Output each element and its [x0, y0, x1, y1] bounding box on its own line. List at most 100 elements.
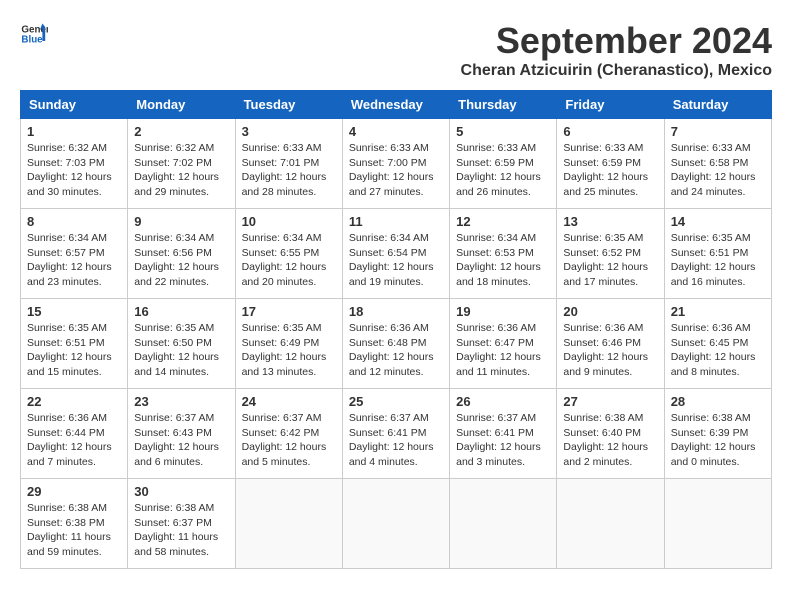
calendar-cell: [450, 479, 557, 569]
calendar-cell: 20 Sunrise: 6:36 AMSunset: 6:46 PMDayligh…: [557, 299, 664, 389]
cell-info: Sunrise: 6:38 AMSunset: 6:37 PMDaylight:…: [134, 502, 218, 558]
cell-info: Sunrise: 6:38 AMSunset: 6:38 PMDaylight:…: [27, 502, 111, 558]
calendar-cell: 25 Sunrise: 6:37 AMSunset: 6:41 PMDayligh…: [342, 389, 449, 479]
day-number: 10: [242, 214, 336, 229]
cell-info: Sunrise: 6:34 AMSunset: 6:57 PMDaylight:…: [27, 232, 112, 288]
cell-info: Sunrise: 6:37 AMSunset: 6:43 PMDaylight:…: [134, 412, 219, 468]
day-number: 11: [349, 214, 443, 229]
calendar-cell: 2Sunrise: 6:32 AMSunset: 7:02 PMDaylight…: [128, 119, 235, 209]
cell-info: Sunrise: 6:35 AMSunset: 6:51 PMDaylight:…: [27, 322, 112, 378]
cell-info: Sunrise: 6:37 AMSunset: 6:41 PMDaylight:…: [349, 412, 434, 468]
cell-info: Sunrise: 6:38 AMSunset: 6:39 PMDaylight:…: [671, 412, 756, 468]
day-number: 20: [563, 304, 657, 319]
day-number: 19: [456, 304, 550, 319]
cell-info: Sunrise: 6:36 AMSunset: 6:46 PMDaylight:…: [563, 322, 648, 378]
calendar-cell: 12 Sunrise: 6:34 AMSunset: 6:53 PMDayligh…: [450, 209, 557, 299]
cell-info: Sunrise: 6:33 AMSunset: 6:58 PMDaylight:…: [671, 142, 756, 198]
location-title: Cheran Atzicuirin (Cheranastico), Mexico: [461, 62, 772, 80]
month-title: September 2024: [461, 20, 772, 62]
week-row-1: 1 Sunrise: 6:32 AMSunset: 7:03 PMDaylight…: [21, 119, 772, 209]
day-number: 5: [456, 124, 550, 139]
cell-info: Sunrise: 6:35 AMSunset: 6:50 PMDaylight:…: [134, 322, 219, 378]
day-number: 15: [27, 304, 121, 319]
day-number: 13: [563, 214, 657, 229]
day-number: 26: [456, 394, 550, 409]
day-number: 28: [671, 394, 765, 409]
day-number: 8: [27, 214, 121, 229]
day-number: 12: [456, 214, 550, 229]
calendar-cell: 28 Sunrise: 6:38 AMSunset: 6:39 PMDayligh…: [664, 389, 771, 479]
calendar-cell: 18 Sunrise: 6:36 AMSunset: 6:48 PMDayligh…: [342, 299, 449, 389]
day-number: 16: [134, 304, 228, 319]
cell-info: Sunrise: 6:32 AMSunset: 7:03 PMDaylight:…: [27, 142, 112, 198]
cell-info: Sunrise: 6:35 AMSunset: 6:52 PMDaylight:…: [563, 232, 648, 288]
calendar-cell: 21 Sunrise: 6:36 AMSunset: 6:45 PMDayligh…: [664, 299, 771, 389]
calendar-cell: 3Sunrise: 6:33 AMSunset: 7:01 PMDaylight…: [235, 119, 342, 209]
calendar-cell: 29 Sunrise: 6:38 AMSunset: 6:38 PMDayligh…: [21, 479, 128, 569]
day-number: 25: [349, 394, 443, 409]
day-header-wednesday: Wednesday: [342, 91, 449, 119]
calendar-cell: 5Sunrise: 6:33 AMSunset: 6:59 PMDaylight…: [450, 119, 557, 209]
day-header-monday: Monday: [128, 91, 235, 119]
calendar-cell: [664, 479, 771, 569]
day-number: 9: [134, 214, 228, 229]
day-number: 24: [242, 394, 336, 409]
days-header-row: SundayMondayTuesdayWednesdayThursdayFrid…: [21, 91, 772, 119]
cell-info: Sunrise: 6:34 AMSunset: 6:53 PMDaylight:…: [456, 232, 541, 288]
day-number: 21: [671, 304, 765, 319]
logo: General Blue: [20, 20, 48, 48]
day-header-sunday: Sunday: [21, 91, 128, 119]
calendar-cell: 27Sunrise: 6:38 AMSunset: 6:40 PMDayligh…: [557, 389, 664, 479]
week-row-2: 8 Sunrise: 6:34 AMSunset: 6:57 PMDaylight…: [21, 209, 772, 299]
cell-info: Sunrise: 6:37 AMSunset: 6:42 PMDaylight:…: [242, 412, 327, 468]
day-number: 17: [242, 304, 336, 319]
calendar-cell: 13 Sunrise: 6:35 AMSunset: 6:52 PMDayligh…: [557, 209, 664, 299]
day-header-tuesday: Tuesday: [235, 91, 342, 119]
day-header-saturday: Saturday: [664, 91, 771, 119]
day-number: 23: [134, 394, 228, 409]
day-header-friday: Friday: [557, 91, 664, 119]
day-number: 6: [563, 124, 657, 139]
calendar-cell: 6Sunrise: 6:33 AMSunset: 6:59 PMDaylight…: [557, 119, 664, 209]
calendar-cell: 19 Sunrise: 6:36 AMSunset: 6:47 PMDayligh…: [450, 299, 557, 389]
day-header-thursday: Thursday: [450, 91, 557, 119]
calendar-cell: [342, 479, 449, 569]
cell-info: Sunrise: 6:34 AMSunset: 6:54 PMDaylight:…: [349, 232, 434, 288]
calendar-cell: [235, 479, 342, 569]
calendar-cell: 4 Sunrise: 6:33 AMSunset: 7:00 PMDaylight…: [342, 119, 449, 209]
calendar-table: SundayMondayTuesdayWednesdayThursdayFrid…: [20, 90, 772, 569]
day-number: 14: [671, 214, 765, 229]
calendar-cell: 24 Sunrise: 6:37 AMSunset: 6:42 PMDayligh…: [235, 389, 342, 479]
title-area: September 2024 Cheran Atzicuirin (Cheran…: [461, 20, 772, 80]
cell-info: Sunrise: 6:35 AMSunset: 6:51 PMDaylight:…: [671, 232, 756, 288]
calendar-cell: 30 Sunrise: 6:38 AMSunset: 6:37 PMDayligh…: [128, 479, 235, 569]
calendar-cell: 26Sunrise: 6:37 AMSunset: 6:41 PMDayligh…: [450, 389, 557, 479]
cell-info: Sunrise: 6:36 AMSunset: 6:45 PMDaylight:…: [671, 322, 756, 378]
calendar-cell: 23 Sunrise: 6:37 AMSunset: 6:43 PMDayligh…: [128, 389, 235, 479]
cell-info: Sunrise: 6:34 AMSunset: 6:56 PMDaylight:…: [134, 232, 219, 288]
cell-info: Sunrise: 6:32 AMSunset: 7:02 PMDaylight:…: [134, 142, 219, 198]
calendar-cell: 17Sunrise: 6:35 AMSunset: 6:49 PMDayligh…: [235, 299, 342, 389]
calendar-body: 1 Sunrise: 6:32 AMSunset: 7:03 PMDaylight…: [21, 119, 772, 569]
cell-info: Sunrise: 6:38 AMSunset: 6:40 PMDaylight:…: [563, 412, 648, 468]
cell-info: Sunrise: 6:36 AMSunset: 6:47 PMDaylight:…: [456, 322, 541, 378]
day-number: 4: [349, 124, 443, 139]
day-number: 1: [27, 124, 121, 139]
week-row-3: 15 Sunrise: 6:35 AMSunset: 6:51 PMDayligh…: [21, 299, 772, 389]
cell-info: Sunrise: 6:36 AMSunset: 6:44 PMDaylight:…: [27, 412, 112, 468]
calendar-cell: 10Sunrise: 6:34 AMSunset: 6:55 PMDayligh…: [235, 209, 342, 299]
calendar-cell: 22 Sunrise: 6:36 AMSunset: 6:44 PMDayligh…: [21, 389, 128, 479]
header: General Blue September 2024 Cheran Atzic…: [20, 20, 772, 80]
day-number: 29: [27, 484, 121, 499]
logo-icon: General Blue: [20, 20, 48, 48]
calendar-cell: 16 Sunrise: 6:35 AMSunset: 6:50 PMDayligh…: [128, 299, 235, 389]
cell-info: Sunrise: 6:33 AMSunset: 7:01 PMDaylight:…: [242, 142, 327, 198]
cell-info: Sunrise: 6:36 AMSunset: 6:48 PMDaylight:…: [349, 322, 434, 378]
week-row-5: 29 Sunrise: 6:38 AMSunset: 6:38 PMDayligh…: [21, 479, 772, 569]
calendar-cell: 14 Sunrise: 6:35 AMSunset: 6:51 PMDayligh…: [664, 209, 771, 299]
day-number: 18: [349, 304, 443, 319]
calendar-cell: 11 Sunrise: 6:34 AMSunset: 6:54 PMDayligh…: [342, 209, 449, 299]
day-number: 30: [134, 484, 228, 499]
cell-info: Sunrise: 6:33 AMSunset: 7:00 PMDaylight:…: [349, 142, 434, 198]
day-number: 22: [27, 394, 121, 409]
